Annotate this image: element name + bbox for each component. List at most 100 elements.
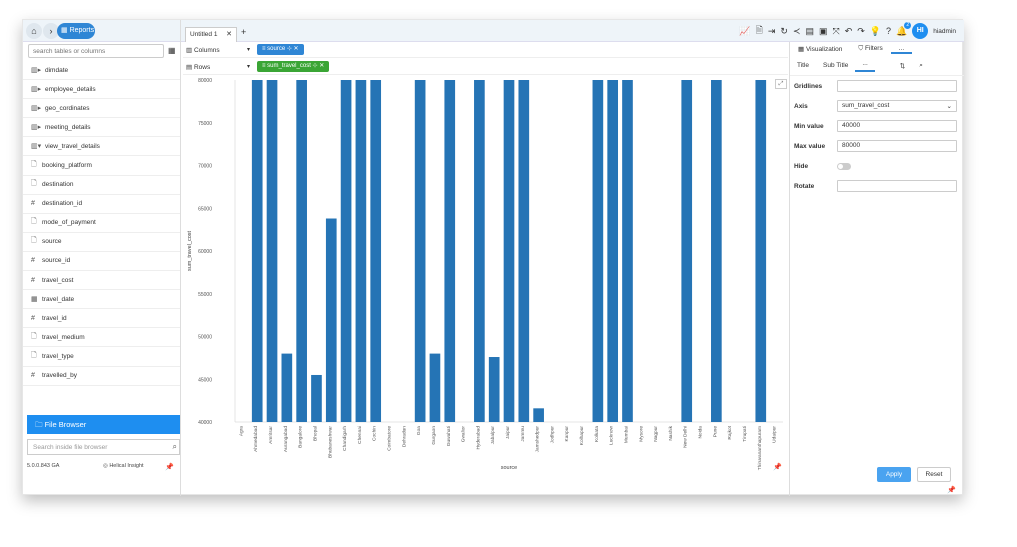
axis-select[interactable]: sum_travel_cost ⌄ (837, 100, 957, 112)
field-item[interactable]: 🗋 booking_platform (23, 156, 180, 176)
search-icon[interactable]: ⌕ (912, 62, 930, 70)
travel-cost-pill[interactable]: ≡ sum_travel_cost ⊹ ✕ (257, 61, 330, 72)
subtab-more[interactable]: ... (855, 60, 875, 72)
bar[interactable] (533, 408, 544, 422)
bar[interactable] (251, 80, 263, 422)
bar[interactable] (622, 80, 633, 422)
subtab-subtitle[interactable]: Sub Title (816, 62, 855, 69)
max-value-input[interactable]: 80000 (837, 140, 957, 152)
chevron-down-icon[interactable]: ▾ (247, 46, 257, 53)
add-tab-icon[interactable]: + (241, 27, 246, 37)
max-label: Max value (794, 142, 826, 150)
bar[interactable] (592, 80, 604, 422)
field-label: source_id (42, 257, 71, 265)
bulb-icon[interactable]: 💡 (870, 26, 881, 37)
export-icon[interactable]: ⇥ (768, 26, 776, 37)
field-item[interactable]: # source_id (23, 252, 180, 272)
layout-icon[interactable]: ▤ (805, 26, 814, 37)
field-item[interactable]: 🗋 source (23, 233, 180, 252)
pin-icon[interactable]: 📌 (947, 486, 956, 494)
x-tick-label: Rajkot (727, 425, 733, 439)
min-value-input[interactable]: 40000 (837, 120, 957, 132)
bar[interactable] (325, 218, 337, 422)
field-item[interactable]: ▥▸ dimdate (23, 61, 180, 81)
redo-icon[interactable]: ↷ (857, 26, 865, 37)
tab-visualization[interactable]: ▦ Visualization (790, 45, 850, 53)
field-item[interactable]: ▥▸ geo_cordinates (23, 99, 180, 119)
field-item[interactable]: 🗋 travel_medium (23, 328, 180, 348)
file-browser-button[interactable]: 🗀 File Browser (27, 415, 180, 434)
bar[interactable] (681, 80, 693, 422)
chart-area: 40000 45000 50000 55000 60000 65000 70000 75000… (183, 77, 788, 475)
properties-panel: ▦ Visualization ⛉ Filters ... Title Sub … (789, 42, 964, 496)
refresh-icon[interactable]: ↻ (780, 26, 788, 37)
bar[interactable] (355, 80, 367, 422)
expand-icon[interactable]: ⤧ (832, 26, 839, 37)
bar[interactable] (266, 80, 278, 422)
tab-filters[interactable]: ⛉ Filters (850, 45, 890, 53)
field-item[interactable]: 🗋 travel_type (23, 347, 180, 367)
home-icon[interactable]: ⌂ (26, 23, 42, 39)
search-tables-input[interactable] (28, 44, 164, 58)
x-tick-label: Jodhpur (549, 426, 555, 444)
field-item[interactable]: # destination_id (23, 195, 180, 214)
chart-type-icon[interactable]: 📈 (739, 26, 750, 37)
bell-icon[interactable]: 🔔 2 (896, 21, 912, 37)
bar[interactable] (518, 80, 530, 422)
share-icon[interactable]: ≺ (793, 26, 801, 37)
field-item[interactable]: # travel_cost (23, 271, 180, 291)
bar[interactable] (444, 80, 456, 422)
bar[interactable] (370, 80, 382, 422)
table-view-icon[interactable]: ▦ (168, 46, 176, 55)
subtab-title[interactable]: Title (790, 62, 816, 69)
bar[interactable] (311, 374, 322, 422)
y-tick-label: 65000 (198, 206, 212, 212)
apply-button[interactable]: Apply (877, 467, 911, 482)
sql-icon[interactable]: ▣ (819, 26, 828, 37)
bar[interactable] (296, 80, 307, 422)
tab-untitled[interactable]: Untitled 1 ✕ (185, 27, 237, 42)
rotate-input[interactable] (837, 180, 957, 192)
avatar[interactable]: HI (912, 23, 929, 39)
x-tick-label: Bhopal (312, 426, 318, 441)
bar[interactable] (474, 80, 485, 422)
field-item[interactable]: # travel_id (23, 309, 180, 329)
field-item[interactable]: 🗋 mode_of_payment (23, 214, 180, 233)
tab-more[interactable]: ... (890, 45, 913, 54)
bar[interactable] (340, 80, 352, 422)
bar[interactable] (607, 80, 619, 422)
user-name[interactable]: hiadmin (933, 28, 956, 35)
search-icon[interactable]: ⌕ (173, 442, 177, 452)
field-item[interactable]: 🗋 destination (23, 176, 180, 195)
field-item[interactable]: ▥▾ view_travel_details (23, 137, 180, 157)
save-icon[interactable]: 🗎 (756, 23, 763, 39)
chart-options-icon[interactable]: ⤢ (775, 79, 787, 89)
field-item[interactable]: # travelled_by (23, 367, 180, 386)
bar[interactable] (503, 80, 515, 422)
pin-icon[interactable]: 📌 (773, 463, 782, 471)
bar[interactable] (414, 80, 426, 422)
close-icon[interactable]: ✕ (226, 30, 232, 38)
hide-toggle[interactable] (837, 162, 851, 170)
source-pill[interactable]: ≡ source ⊹ ✕ (257, 44, 304, 55)
field-item[interactable]: ▥▸ meeting_details (23, 118, 180, 138)
reports-button[interactable]: ▦ Reports (57, 23, 95, 39)
gridlines-field[interactable] (837, 80, 957, 92)
x-tick-label: Chennai (357, 426, 363, 444)
file-browser-search[interactable]: Search inside file browser ⌕ (27, 439, 180, 455)
bar[interactable] (711, 80, 722, 422)
sort-icon[interactable]: ⇅ (893, 62, 912, 70)
field-item[interactable]: ▥▸ employee_details (23, 80, 180, 100)
reset-button[interactable]: Reset (917, 467, 951, 482)
field-label: booking_platform (42, 162, 92, 170)
undo-icon[interactable]: ↶ (845, 26, 853, 37)
bar[interactable] (755, 80, 767, 422)
pin-icon[interactable]: 📌 (165, 463, 174, 471)
chevron-down-icon[interactable]: ▾ (247, 63, 257, 70)
field-item[interactable]: ▦ travel_date (23, 290, 180, 310)
bar[interactable] (429, 353, 441, 422)
x-tick-label: Agra (238, 426, 244, 436)
bar[interactable] (488, 357, 500, 422)
help-icon[interactable]: ? (886, 26, 891, 36)
bar[interactable] (281, 353, 293, 422)
